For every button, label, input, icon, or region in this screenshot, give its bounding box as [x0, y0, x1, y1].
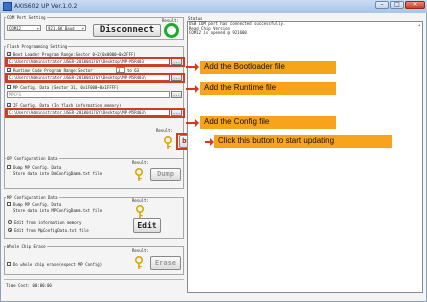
mp-dump-label: Dump MP Config. Data: [13, 202, 62, 207]
erase-group-label: Whole Chip Erase: [6, 244, 47, 249]
config-annotation: Add the Config file: [200, 116, 336, 129]
minimize-button[interactable]: –: [375, 1, 389, 9]
burn-arrow: [205, 138, 214, 146]
baud-select[interactable]: 921.6K Baud ▾: [46, 25, 86, 31]
green-ring-icon: [164, 23, 179, 38]
close-button[interactable]: ×: [405, 1, 425, 9]
time-cost-divider: [4, 279, 184, 280]
bootloader-highlight-box: [5, 57, 185, 67]
burn-result-label: Result:: [156, 128, 173, 133]
mp-config-path-input[interactable]: MPCFG: [7, 91, 170, 98]
status-lines: USB COM port has connected successfully.…: [189, 21, 285, 36]
op-store-label: Store data into DmConfigDamm.txt file: [13, 171, 103, 176]
runtime-checkbox[interactable]: ✓: [7, 68, 11, 73]
op-dump-checkbox[interactable]: [7, 165, 11, 169]
scroll-up-icon[interactable]: ▴: [418, 22, 420, 27]
mp-config-checkbox[interactable]: [7, 85, 11, 89]
mp-config-group-label: MP Configuration Data: [6, 195, 59, 200]
erase-button[interactable]: Erase: [150, 256, 181, 270]
port-select-value: COM12: [9, 26, 22, 31]
maximize-button[interactable]: □: [390, 1, 404, 9]
config-arrow: [186, 119, 199, 127]
key-icon: [136, 205, 144, 218]
app-icon: [3, 2, 12, 11]
runtime-arrow: [186, 85, 199, 93]
boot-loader-checkbox[interactable]: ✓: [7, 52, 11, 57]
edit-file-radio[interactable]: [8, 228, 12, 232]
op-dump-label: Dump MP Config. Data: [13, 165, 62, 170]
com-port-group-label: COM Port Setting: [6, 15, 47, 20]
mp-result-label: Result:: [132, 198, 149, 203]
edit-button[interactable]: Edit: [133, 218, 161, 233]
key-icon: [135, 256, 143, 269]
op-config-group-label: OP Configuration Data: [6, 156, 59, 161]
edit-info-radio[interactable]: [8, 220, 12, 224]
key-icon: [164, 136, 172, 149]
op-result-label: Result:: [132, 160, 149, 165]
runtime-highlight-box: [5, 73, 185, 83]
erase-option-label: Do whole chip erase(expect MP Config): [13, 262, 103, 267]
flash-group-label: Flash Programming Setting: [6, 44, 69, 49]
mp-dump-checkbox[interactable]: [7, 202, 11, 206]
erase-result-label: Result:: [132, 248, 149, 253]
window-title: AXIS602 UP Ver.1.0.2: [14, 3, 78, 10]
edit-info-label: Edit from information memory: [14, 220, 82, 225]
mp-config-label: MP Config. Data (Sector 31, 0x1F000~0x1F…: [13, 85, 119, 90]
bootloader-arrow: [186, 63, 199, 71]
config-highlight-box: [5, 108, 185, 118]
mp-store-label: Store data into MPConfigDamm.txt file: [13, 208, 103, 213]
runtime-annotation: Add the Runtime file: [200, 82, 336, 95]
bootloader-annotation: Add the Bootloader file: [200, 61, 336, 74]
port-select[interactable]: COM12 ▾: [7, 25, 41, 31]
edit-file-label: Edit from MpConfigData.txt file: [14, 228, 89, 233]
if-config-checkbox[interactable]: ✓: [7, 103, 11, 108]
chevron-down-icon: ▾: [36, 26, 39, 31]
time-cost-label: Time Cost: 00:00:00: [6, 283, 52, 288]
status-line: COM12 is opened @ 921600: [189, 30, 247, 35]
key-icon: [135, 168, 143, 181]
chevron-down-icon: ▾: [81, 26, 84, 31]
erase-checkbox[interactable]: [7, 262, 11, 266]
mp-config-browse-button[interactable]: ...: [171, 91, 182, 98]
burn-annotation: Click this button to start updating: [214, 135, 392, 148]
baud-select-value: 921.6K Baud: [48, 26, 75, 31]
disconnect-button[interactable]: Disconnect: [93, 24, 161, 37]
dump-button[interactable]: Dump: [150, 168, 181, 181]
